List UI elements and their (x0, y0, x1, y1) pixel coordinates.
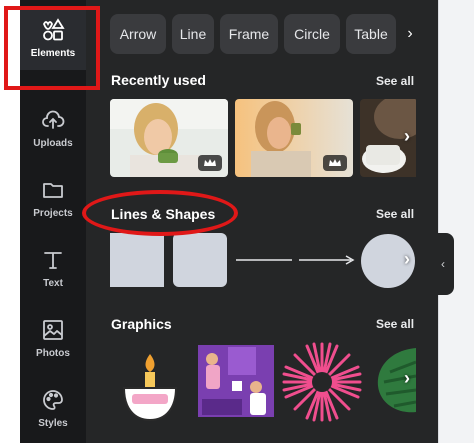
see-all-graphics[interactable]: See all (376, 317, 414, 331)
premium-crown-badge (323, 155, 347, 171)
graphic-people-illustration[interactable] (196, 341, 276, 421)
chip-circle[interactable]: Circle (284, 14, 340, 54)
highlight-ellipse-lines-shapes (82, 190, 238, 236)
chip-frame[interactable]: Frame (220, 14, 278, 54)
sidebar-item-label: Uploads (33, 138, 73, 149)
shape-square[interactable] (110, 233, 164, 287)
chip-table[interactable]: Table (346, 14, 396, 54)
recent-photo-1[interactable] (110, 99, 228, 177)
canvas-area (438, 0, 474, 443)
shape-rounded-square[interactable] (173, 233, 227, 287)
premium-crown-badge (198, 155, 222, 171)
chevron-right-icon: › (407, 25, 413, 42)
section-title-graphics: Graphics (111, 316, 172, 332)
chevron-left-icon: ‹ (441, 257, 445, 271)
chevron-right-icon: › (404, 126, 410, 146)
sidebar-item-label: Photos (36, 348, 70, 359)
filter-chips: Arrow Line Frame Circle Table (110, 14, 396, 54)
sidebar-item-styles[interactable]: Styles (20, 376, 86, 440)
graphic-pink-starburst[interactable] (282, 342, 362, 422)
line-element[interactable] (236, 254, 292, 266)
sidebar-item-label: Styles (38, 418, 68, 429)
text-icon (40, 247, 66, 273)
recent-photo-2[interactable] (235, 99, 353, 177)
chevron-right-icon: › (404, 368, 410, 388)
graphics-next-arrow[interactable]: › (404, 368, 410, 389)
shapes-next-arrow[interactable]: › (404, 249, 410, 270)
chip-arrow[interactable]: Arrow (110, 14, 166, 54)
chips-next-button[interactable]: › (400, 22, 420, 46)
palette-icon (40, 387, 66, 413)
sidebar-item-photos[interactable]: Photos (20, 306, 86, 370)
chevron-right-icon: › (404, 249, 410, 269)
sidebar-item-label: Projects (33, 208, 73, 219)
arrow-line-element[interactable] (299, 254, 355, 266)
photo-icon (40, 317, 66, 343)
collapse-panel-button[interactable]: ‹ (432, 233, 454, 295)
section-title-recently-used: Recently used (111, 72, 206, 88)
see-all-recently-used[interactable]: See all (376, 74, 414, 88)
recent-next-arrow[interactable]: › (404, 126, 410, 147)
folder-icon (40, 177, 66, 203)
sidebar-item-projects[interactable]: Projects (20, 166, 86, 230)
sidebar-item-text[interactable]: Text (20, 236, 86, 300)
graphic-candle[interactable] (112, 350, 188, 426)
upload-cloud-icon (40, 107, 66, 133)
chip-line[interactable]: Line (172, 14, 214, 54)
highlight-box-elements (4, 6, 100, 90)
sidebar-item-label: Text (43, 278, 63, 289)
see-all-lines-shapes[interactable]: See all (376, 207, 414, 221)
sidebar-item-uploads[interactable]: Uploads (20, 96, 86, 160)
